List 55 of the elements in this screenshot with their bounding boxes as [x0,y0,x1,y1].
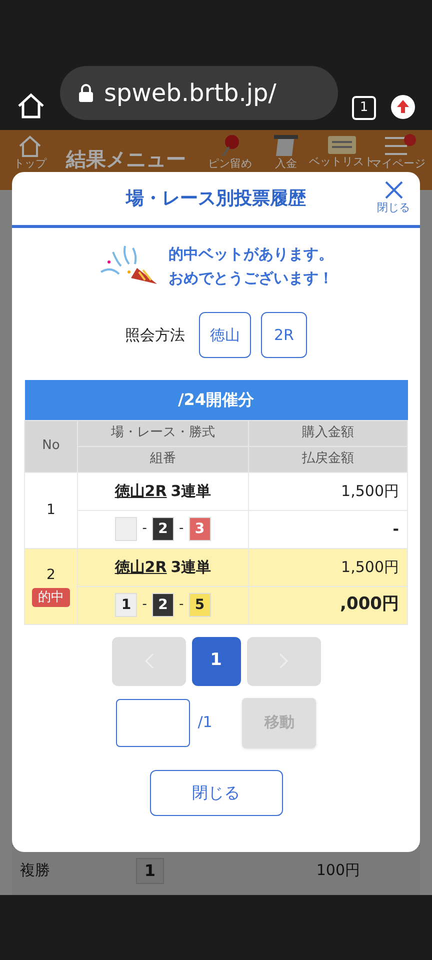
separator: - [142,596,147,614]
url-bar[interactable]: spweb.brtb.jp/ [60,66,338,120]
nav-label[interactable]: 入金 [275,158,297,170]
query-label: 照会方法 [125,324,185,346]
column-header: 払戻金額 [248,446,408,472]
separator: - [179,596,184,614]
hit-badge: 的中 [32,588,70,608]
close-button[interactable]: 閉じる [377,180,410,216]
race-link[interactable]: 徳山2R [114,556,167,578]
boat-number: 5 [188,593,211,617]
tab-count[interactable]: 1 [352,96,376,120]
payout-amount: ,000円 [248,586,408,624]
congrats-message: おめでとうございます！ [168,268,334,289]
separator: - [142,520,147,538]
purchase-amount: 1,500円 [248,548,408,586]
close-icon [384,180,404,200]
boat-number: 2 [152,593,174,617]
home-icon [17,134,43,158]
boat-number: 2 [152,517,174,541]
separator: - [179,520,184,538]
page-total: /1 [198,712,212,734]
purchase-amount: 1,500円 [248,472,408,510]
amount-text: 100円 [316,860,360,882]
dialog-title: 場・レース別投票履歴 [126,187,306,211]
atm-icon [273,134,299,158]
column-header: 場・レース・勝式 [78,420,248,446]
query-button[interactable]: 2R [261,312,307,358]
nav-label[interactable]: ピン留め [208,158,252,170]
payout-amount: - [248,510,408,548]
column-header: No [24,420,78,472]
nav-label[interactable]: トップ [14,158,46,170]
home-icon[interactable] [16,92,46,120]
page-input[interactable] [116,698,190,746]
bet-type: 3連単 [170,557,212,578]
upload-icon[interactable] [390,94,416,120]
query-button[interactable]: 徳山 [199,312,251,358]
row-number: 1 [46,500,56,520]
boat-number: 1 [115,593,138,617]
bet-type: 複勝 [19,860,51,882]
page-button[interactable]: 1 [192,636,240,686]
date-heading: /24開催分 [24,380,408,420]
boat-number: 1 [136,858,164,884]
close-dialog-button[interactable]: 閉じる [150,770,282,816]
nav-label[interactable]: マイページ [370,158,426,170]
lock-icon [78,83,94,103]
congrats-message: 的中ベットがあります。 [168,244,334,265]
url-text: spweb.brtb.jp/ [104,78,276,109]
column-header: 組番 [78,446,248,472]
header-title: 結果メニュー [66,146,186,173]
row-number: 2 [46,566,56,585]
bet-type: 3連単 [170,481,212,502]
race-link[interactable]: 徳山2R [114,480,167,502]
column-header: 購入金額 [248,420,408,446]
ticket-icon [327,134,357,156]
boat-number: 3 [188,517,211,541]
